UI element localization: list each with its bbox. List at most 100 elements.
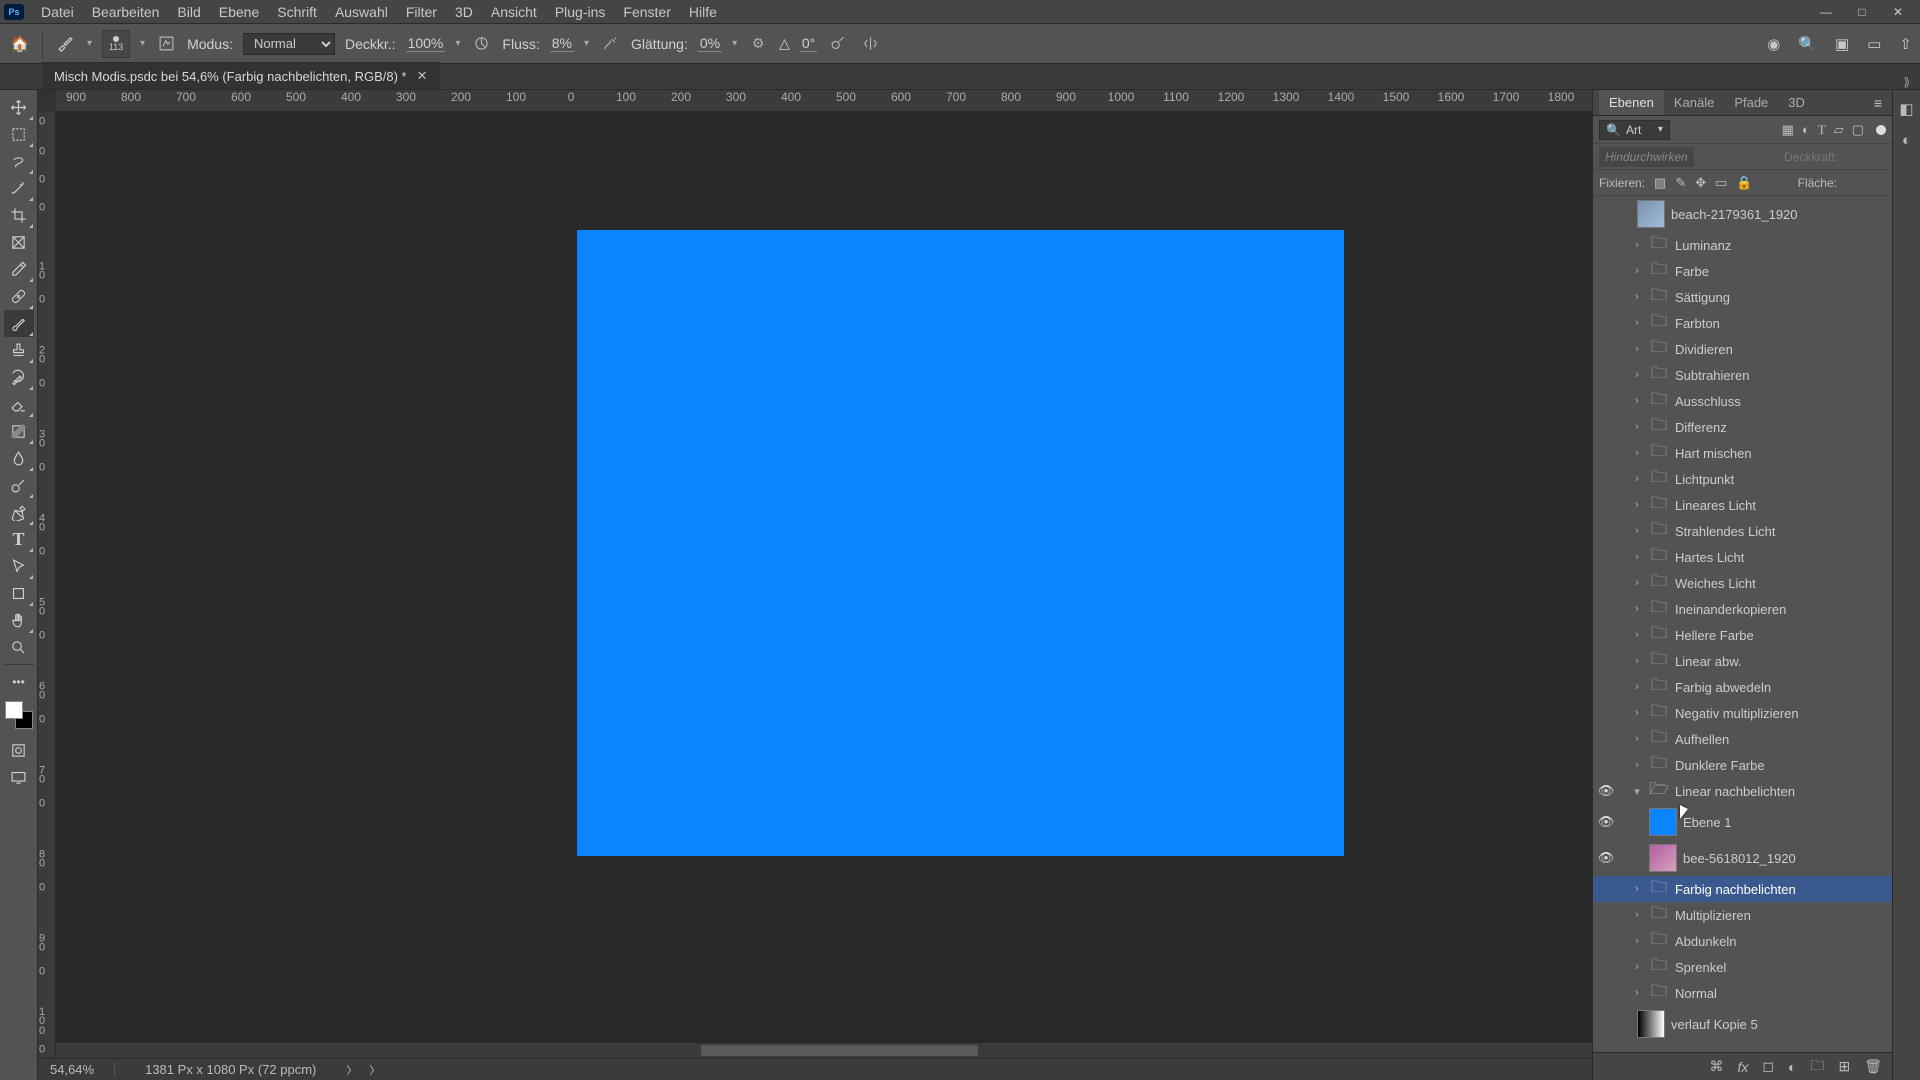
layer-row[interactable]: 👁▾🗁Linear nachbelichten bbox=[1593, 778, 1892, 804]
layer-name[interactable]: Ineinanderkopieren bbox=[1675, 602, 1886, 617]
layer-visibility-toggle[interactable]: 👁 bbox=[1593, 814, 1619, 830]
layer-row[interactable]: ›🗀Farbe bbox=[1593, 258, 1892, 284]
angle-value[interactable]: 0° bbox=[800, 35, 817, 52]
layer-name[interactable]: bee-5618012_1920 bbox=[1683, 851, 1886, 866]
layer-expand-arrow[interactable]: › bbox=[1631, 961, 1643, 973]
layer-name[interactable]: Luminanz bbox=[1675, 238, 1886, 253]
menu-auswahl[interactable]: Auswahl bbox=[326, 0, 397, 24]
layer-row[interactable]: ›🗀Farbig nachbelichten bbox=[1593, 876, 1892, 902]
status-chevron-icon[interactable]: 〉 bbox=[346, 1062, 357, 1078]
type-tool[interactable]: T bbox=[4, 526, 34, 553]
layer-name[interactable]: beach-2179361_1920 bbox=[1671, 207, 1886, 222]
layer-row[interactable]: ›🗀Farbton bbox=[1593, 310, 1892, 336]
color-swatches[interactable] bbox=[5, 701, 33, 729]
brush-panel-icon[interactable] bbox=[155, 33, 177, 55]
layer-name[interactable]: Linear nachbelichten bbox=[1675, 784, 1886, 799]
layer-expand-arrow[interactable]: › bbox=[1631, 369, 1643, 381]
layer-row[interactable]: ›🗀Strahlendes Licht bbox=[1593, 518, 1892, 544]
close-button[interactable]: ✕ bbox=[1880, 0, 1916, 24]
blur-tool[interactable] bbox=[4, 445, 34, 472]
layer-row[interactable]: ›🗀Linear abw. bbox=[1593, 648, 1892, 674]
layer-name[interactable]: Abdunkeln bbox=[1675, 934, 1886, 949]
flow-value[interactable]: 8% bbox=[550, 35, 574, 52]
layer-expand-arrow[interactable]: › bbox=[1631, 473, 1643, 485]
layer-expand-arrow[interactable]: › bbox=[1631, 551, 1643, 563]
layer-row[interactable]: ›🗀Farbig abwedeln bbox=[1593, 674, 1892, 700]
layer-name[interactable]: Aufhellen bbox=[1675, 732, 1886, 747]
layer-name[interactable]: Strahlendes Licht bbox=[1675, 524, 1886, 539]
arrange-icon[interactable]: ▣ bbox=[1835, 35, 1849, 53]
layer-row[interactable]: ›🗀Negativ multiplizieren bbox=[1593, 700, 1892, 726]
layer-name[interactable]: Farbton bbox=[1675, 316, 1886, 331]
layer-mask-icon[interactable]: ◻ bbox=[1762, 1058, 1774, 1075]
layer-row[interactable]: ›🗀Hart mischen bbox=[1593, 440, 1892, 466]
document-tab[interactable]: Misch Modis.psdc bei 54,6% (Farbig nachb… bbox=[42, 62, 440, 89]
layer-row[interactable]: beach-2179361_1920 bbox=[1593, 196, 1892, 232]
menu-bild[interactable]: Bild bbox=[168, 0, 209, 24]
layer-expand-arrow[interactable]: › bbox=[1631, 935, 1643, 947]
lock-position-icon[interactable]: ✥ bbox=[1695, 175, 1706, 191]
layer-expand-arrow[interactable]: › bbox=[1631, 343, 1643, 355]
layer-visibility-toggle[interactable]: 👁 bbox=[1593, 783, 1619, 799]
layer-name[interactable]: Dunklere Farbe bbox=[1675, 758, 1886, 773]
filter-smart-icon[interactable]: ▢ bbox=[1852, 122, 1864, 138]
layer-row[interactable]: ›🗀Luminanz bbox=[1593, 232, 1892, 258]
healing-tool[interactable] bbox=[4, 283, 34, 310]
lock-artboard-icon[interactable]: ▭ bbox=[1715, 175, 1727, 191]
brush-preview[interactable]: 113 bbox=[102, 30, 130, 58]
layer-expand-arrow[interactable]: › bbox=[1631, 317, 1643, 329]
layer-name[interactable]: Hartes Licht bbox=[1675, 550, 1886, 565]
layer-expand-arrow[interactable]: › bbox=[1631, 655, 1643, 667]
layer-visibility-toggle[interactable]: 👁 bbox=[1593, 850, 1619, 866]
move-tool[interactable] bbox=[4, 94, 34, 121]
dodge-tool[interactable] bbox=[4, 472, 34, 499]
panel-tab-3d[interactable]: 3D bbox=[1778, 90, 1815, 115]
filter-shape-icon[interactable]: ▱ bbox=[1834, 122, 1844, 138]
layer-row[interactable]: 👁Ebene 1 bbox=[1593, 804, 1892, 840]
workspace-icon[interactable]: ▭ bbox=[1867, 35, 1881, 53]
share-icon[interactable]: ⇧ bbox=[1899, 35, 1912, 53]
status-chevron-icon[interactable]: 〉 bbox=[369, 1062, 380, 1078]
layer-expand-arrow[interactable]: › bbox=[1631, 707, 1643, 719]
tab-overflow-arrows[interactable]: ⟫ bbox=[1893, 75, 1920, 89]
menu-3d[interactable]: 3D bbox=[446, 0, 482, 24]
eraser-tool[interactable] bbox=[4, 391, 34, 418]
smoothing-options-icon[interactable]: ⚙ bbox=[747, 33, 769, 55]
layer-expand-arrow[interactable]: › bbox=[1631, 421, 1643, 433]
dropdown-icon[interactable]: ▾ bbox=[584, 38, 589, 49]
layer-row[interactable]: ›🗀Sprenkel bbox=[1593, 954, 1892, 980]
layer-name[interactable]: Differenz bbox=[1675, 420, 1886, 435]
menu-bearbeiten[interactable]: Bearbeiten bbox=[83, 0, 169, 24]
layer-expand-arrow[interactable]: › bbox=[1631, 733, 1643, 745]
cloud-docs-icon[interactable]: ◉ bbox=[1767, 35, 1780, 53]
layer-name[interactable]: Farbig abwedeln bbox=[1675, 680, 1886, 695]
tool-preset-button[interactable] bbox=[53, 32, 77, 56]
search-icon[interactable]: 🔍 bbox=[1798, 35, 1817, 53]
zoom-readout[interactable]: 54,64% bbox=[50, 1062, 115, 1077]
zoom-tool[interactable] bbox=[4, 634, 34, 661]
opacity-value[interactable]: 100% bbox=[406, 35, 446, 52]
panel-menu-icon[interactable]: ≡ bbox=[1870, 91, 1886, 115]
screenmode-icon[interactable] bbox=[4, 764, 34, 791]
layer-expand-arrow[interactable]: › bbox=[1631, 525, 1643, 537]
panel-tab-kanäle[interactable]: Kanäle bbox=[1664, 90, 1724, 115]
marquee-tool[interactable] bbox=[4, 121, 34, 148]
lasso-tool[interactable] bbox=[4, 148, 34, 175]
brush-tool[interactable] bbox=[4, 310, 34, 337]
new-layer-icon[interactable]: ⊞ bbox=[1838, 1058, 1850, 1075]
layer-expand-arrow[interactable]: › bbox=[1631, 395, 1643, 407]
layer-name[interactable]: Normal bbox=[1675, 986, 1886, 1001]
layer-row[interactable]: ›🗀Dunklere Farbe bbox=[1593, 752, 1892, 778]
filter-pixel-icon[interactable]: ▦ bbox=[1782, 122, 1794, 138]
dropdown-icon[interactable]: ▾ bbox=[455, 38, 460, 49]
layer-name[interactable]: Hart mischen bbox=[1675, 446, 1886, 461]
layer-expand-arrow[interactable]: › bbox=[1631, 265, 1643, 277]
layer-row[interactable]: ›🗀Lichtpunkt bbox=[1593, 466, 1892, 492]
layer-row[interactable]: ›🗀Hellere Farbe bbox=[1593, 622, 1892, 648]
layer-name[interactable]: Weiches Licht bbox=[1675, 576, 1886, 591]
adjustment-layer-icon[interactable]: ◐ bbox=[1788, 1059, 1796, 1075]
layer-expand-arrow[interactable]: › bbox=[1631, 239, 1643, 251]
menu-filter[interactable]: Filter bbox=[397, 0, 446, 24]
minimize-button[interactable]: — bbox=[1808, 0, 1844, 24]
link-layers-icon[interactable]: ⌘ bbox=[1710, 1058, 1724, 1075]
